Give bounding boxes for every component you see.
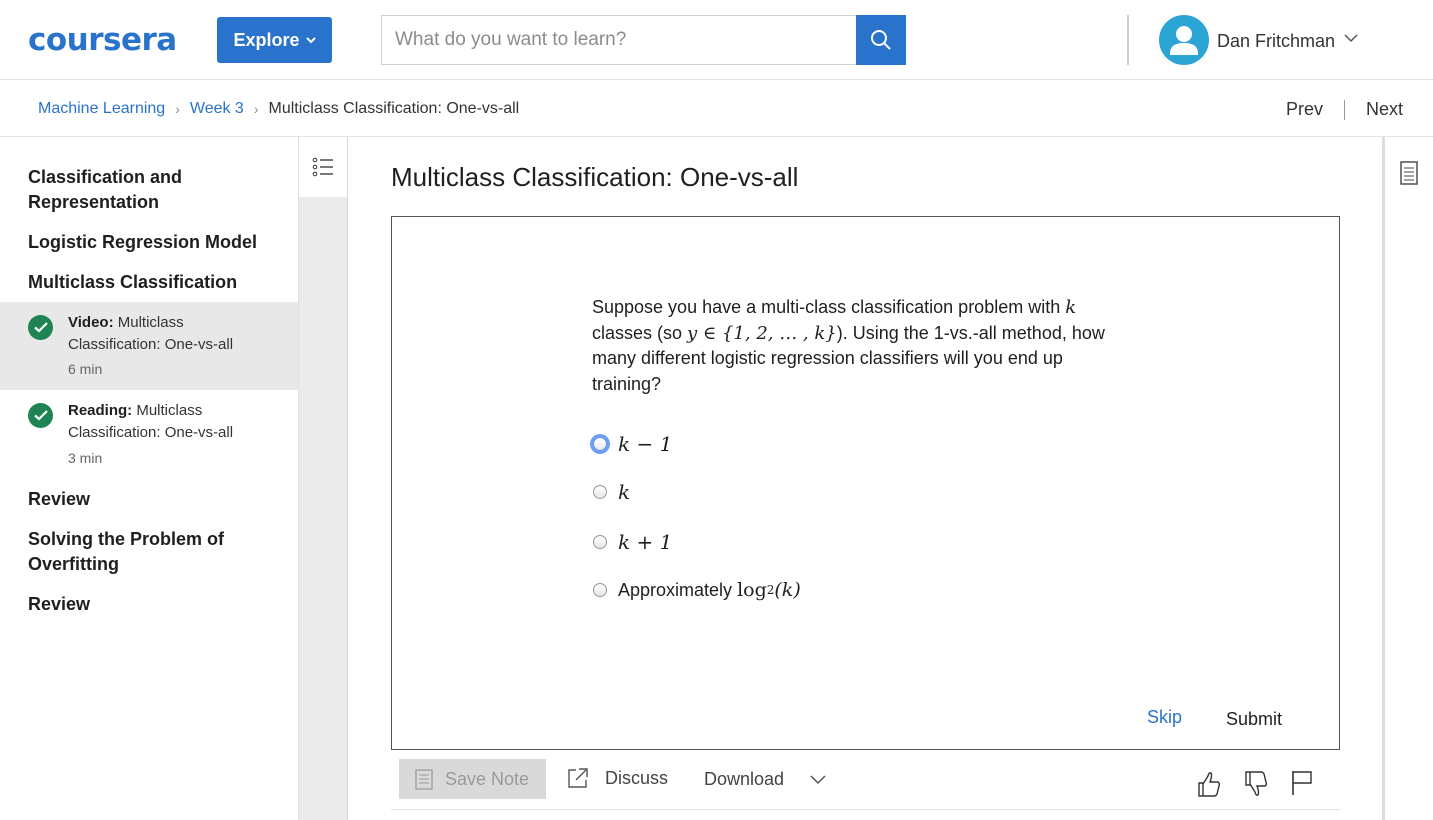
notes-strip	[1382, 137, 1433, 820]
download-label: Download	[704, 769, 785, 789]
flag-icon[interactable]	[1291, 770, 1313, 796]
radio-button[interactable]	[593, 437, 607, 451]
user-name[interactable]: Dan Fritchman	[1217, 31, 1335, 52]
thumbs-up-icon[interactable]	[1197, 770, 1221, 798]
chevron-down-icon[interactable]	[1344, 34, 1358, 43]
option-label: k − 1	[618, 432, 673, 456]
radio-button[interactable]	[593, 583, 607, 597]
sidebar-section-overfitting[interactable]: Solving the Problem of Overfitting	[28, 527, 258, 577]
nav-divider	[1343, 99, 1345, 120]
top-navigation-bar: coursera Explore Dan Fritchman	[0, 0, 1433, 80]
option-k-minus-1[interactable]: k − 1	[592, 432, 672, 456]
save-note-button[interactable]: Save Note	[399, 759, 546, 799]
coursera-logo[interactable]: coursera	[28, 22, 177, 58]
breadcrumb-machine-learning[interactable]: Machine Learning	[38, 100, 165, 118]
question-text: Suppose you have a multi-class classific…	[592, 297, 1105, 394]
option-log2-k[interactable]: Approximately log 2 (k)	[592, 579, 801, 601]
item-duration: 3 min	[68, 450, 103, 466]
option-label: k	[618, 480, 631, 504]
search-icon	[871, 30, 891, 50]
radio-button[interactable]	[593, 485, 607, 499]
prev-next-nav: Prev Next	[1286, 99, 1403, 120]
page-title: Multiclass Classification: One-vs-all	[391, 162, 799, 192]
sidebar-section-review[interactable]: Review	[28, 487, 90, 512]
search-button[interactable]	[856, 15, 906, 65]
option-label: k + 1	[618, 530, 673, 554]
document-icon[interactable]	[1400, 161, 1418, 185]
discuss-button[interactable]: Discuss	[567, 767, 668, 789]
search-input[interactable]	[381, 15, 857, 65]
option-k[interactable]: k	[592, 480, 630, 504]
avatar[interactable]	[1159, 15, 1209, 65]
check-circle-icon	[28, 315, 53, 340]
discuss-label: Discuss	[605, 767, 669, 788]
explore-button[interactable]: Explore	[217, 17, 332, 63]
toggle-outline-button[interactable]	[299, 137, 347, 197]
option-k-plus-1[interactable]: k + 1	[592, 530, 672, 554]
sidebar-toggle-strip	[299, 137, 348, 820]
user-icon	[1170, 26, 1198, 55]
breadcrumb: Machine Learning › Week 3 › Multiclass C…	[38, 100, 519, 118]
submit-button[interactable]: Submit	[1226, 709, 1282, 730]
breadcrumb-week-3[interactable]: Week 3	[190, 100, 244, 118]
item-type: Reading:	[68, 402, 133, 419]
chevron-down-icon	[305, 36, 316, 43]
sidebar-section-review-2[interactable]: Review	[28, 592, 90, 617]
thumbs-down-icon[interactable]	[1244, 770, 1268, 798]
header-divider	[1127, 15, 1129, 65]
breadcrumb-bar: Machine Learning › Week 3 › Multiclass C…	[0, 80, 1433, 137]
sidebar-item-reading[interactable]: Reading: Multiclass Classification: One-…	[0, 390, 298, 476]
next-link[interactable]: Next	[1366, 99, 1403, 120]
option-label: Approximately	[618, 579, 738, 600]
explore-label: Explore	[233, 29, 300, 50]
save-note-label: Save Note	[445, 768, 530, 789]
sidebar-section-classification[interactable]: Classification and Representation	[28, 165, 258, 215]
note-icon	[415, 769, 433, 790]
external-link-icon	[568, 768, 588, 788]
item-type: Video:	[68, 314, 114, 331]
chevron-down-icon	[810, 774, 826, 784]
sidebar-section-logistic-regression[interactable]: Logistic Regression Model	[28, 230, 257, 255]
chevron-right-icon: ›	[175, 101, 180, 117]
sidebar-section-multiclass[interactable]: Multiclass Classification	[28, 270, 237, 295]
lesson-sidebar: Classification and Representation Logist…	[0, 137, 299, 820]
breadcrumb-current: Multiclass Classification: One-vs-all	[268, 100, 520, 117]
skip-button[interactable]: Skip	[1147, 707, 1182, 728]
item-duration: 6 min	[68, 361, 103, 377]
lesson-toolbar: Save Note Discuss Download	[391, 750, 1340, 810]
check-circle-icon	[28, 403, 53, 428]
radio-button[interactable]	[593, 535, 607, 549]
prev-link[interactable]: Prev	[1286, 99, 1323, 120]
quiz-container: Suppose you have a multi-class classific…	[391, 216, 1340, 750]
download-button[interactable]: Download	[704, 769, 826, 790]
sidebar-item-video[interactable]: Video: Multiclass Classification: One-vs…	[0, 302, 298, 390]
list-icon	[312, 157, 333, 177]
chevron-right-icon: ›	[253, 101, 259, 117]
